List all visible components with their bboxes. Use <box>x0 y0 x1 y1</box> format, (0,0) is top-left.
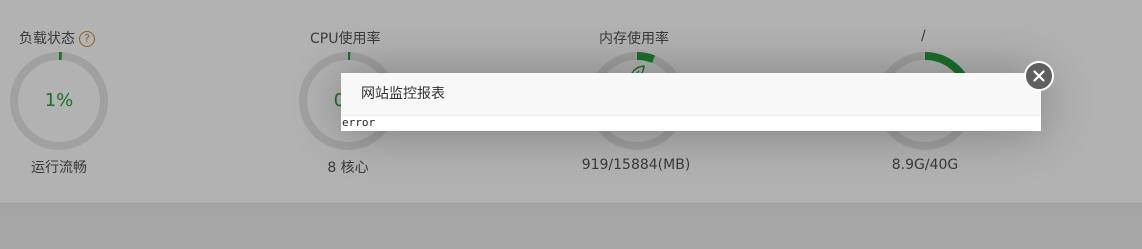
modal-body-text: error <box>342 116 376 129</box>
modal-close-button[interactable] <box>1024 61 1054 91</box>
website-monitor-modal: 网站监控报表 error <box>341 73 1041 131</box>
modal-title: 网站监控报表 <box>341 73 1041 116</box>
close-icon <box>1033 70 1045 82</box>
